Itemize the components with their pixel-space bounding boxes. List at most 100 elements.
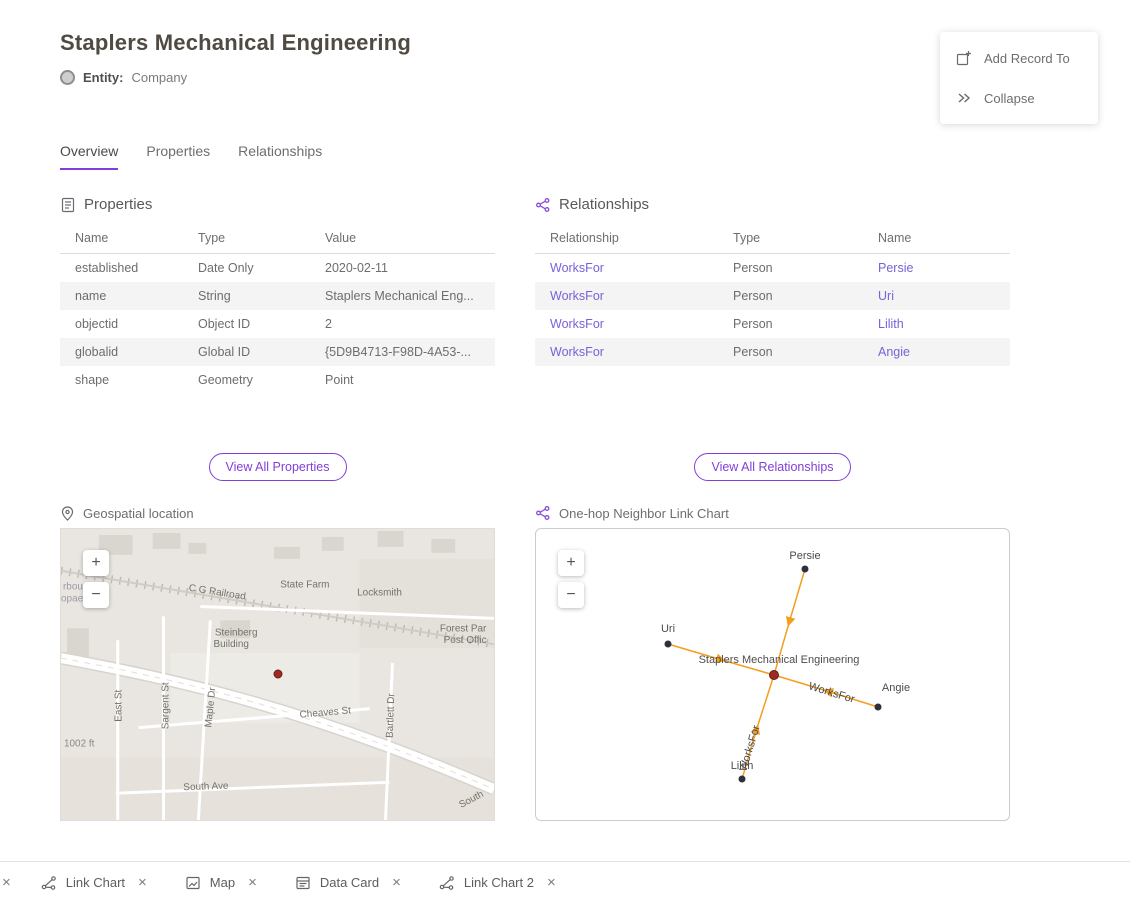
column-header: Relationship <box>535 223 725 254</box>
center-node-label: Staplers Mechanical Engineering <box>699 654 860 666</box>
column-header: Name <box>60 223 190 254</box>
node-persie[interactable] <box>802 566 809 573</box>
relationship-link[interactable]: WorksFor <box>535 338 725 366</box>
tab-close-icon[interactable]: × <box>2 874 11 891</box>
related-entity-link[interactable]: Persie <box>870 254 1010 283</box>
map-label: Forest Par <box>440 623 487 634</box>
relationship-link[interactable]: WorksFor <box>535 254 725 283</box>
node-label: Lilith <box>731 760 754 772</box>
map-label: South Ave <box>183 781 229 794</box>
entity-header: Staplers Mechanical Engineering Entity: … <box>60 30 411 85</box>
entity-label: Entity: <box>83 70 123 85</box>
link-chart-canvas[interactable]: WorksFor WorksFor Persie Uri Angie Lilit… <box>536 529 1009 820</box>
column-header: Name <box>870 223 1010 254</box>
node-lilith[interactable] <box>739 776 746 783</box>
node-angie[interactable] <box>875 704 882 711</box>
tab-close-icon[interactable]: × <box>248 874 257 891</box>
entity-type-value: Company <box>131 70 187 85</box>
table-row: established Date Only 2020-02-11 <box>60 254 495 283</box>
menu-item-collapse[interactable]: Collapse <box>940 78 1098 118</box>
property-value: {5D9B4713-F98D-4A53-... <box>317 338 495 366</box>
map-icon <box>185 875 201 891</box>
map-canvas[interactable]: rbour opaedics C G Railroad State Farm L… <box>61 529 494 820</box>
relationships-icon <box>535 197 551 213</box>
table-row: WorksFor Person Uri <box>535 282 1010 310</box>
view-all-properties-button[interactable]: View All Properties <box>209 453 347 481</box>
table-row: name String Staplers Mechanical Eng... <box>60 282 495 310</box>
bottom-tab-link-chart[interactable]: Link Chart × <box>41 874 147 891</box>
tab-overview[interactable]: Overview <box>60 143 118 170</box>
table-row: WorksFor Person Persie <box>535 254 1010 283</box>
property-value: 2 <box>317 310 495 338</box>
relationships-section-title: Relationships <box>559 196 649 213</box>
bottom-tab-map[interactable]: Map × <box>185 874 257 891</box>
node-label: Persie <box>789 550 820 562</box>
entity-location-marker[interactable] <box>274 670 282 678</box>
page-title: Staplers Mechanical Engineering <box>60 30 411 56</box>
node-center-entity[interactable] <box>770 671 779 680</box>
column-header: Type <box>725 223 870 254</box>
chart-zoom-out-button[interactable]: − <box>558 582 584 608</box>
menu-item-add-record-to[interactable]: Add Record To <box>940 38 1098 78</box>
property-type: Global ID <box>190 338 317 366</box>
map-label: Steinberg <box>215 627 258 638</box>
property-type: String <box>190 282 317 310</box>
map-zoom-in-button[interactable]: + <box>83 550 109 576</box>
property-name: established <box>60 254 190 283</box>
property-name: name <box>60 282 190 310</box>
tab-close-icon[interactable]: × <box>392 874 401 891</box>
link-chart-panel: + − WorksFor WorksFor <box>535 528 1010 821</box>
table-row: globalid Global ID {5D9B4713-F98D-4A53-.… <box>60 338 495 366</box>
property-type: Date Only <box>190 254 317 283</box>
view-all-relationships-button[interactable]: View All Relationships <box>694 453 850 481</box>
bottom-tab-label: Link Chart 2 <box>464 875 534 890</box>
menu-item-label: Collapse <box>984 91 1035 106</box>
link-chart-icon <box>535 505 551 521</box>
table-row: WorksFor Person Angie <box>535 338 1010 366</box>
overview-content: Properties Name Type Value established <box>60 190 1010 821</box>
node-label: Angie <box>882 682 910 694</box>
relationships-section: Relationships Relationship Type Name Wor… <box>535 190 1010 436</box>
map-label: Post Offic <box>444 635 487 646</box>
column-header: Type <box>190 223 317 254</box>
bottom-tab-data-card[interactable]: Data Card × <box>295 874 401 891</box>
link-chart-icon <box>41 875 57 891</box>
related-entity-link[interactable]: Uri <box>870 282 1010 310</box>
relationship-link[interactable]: WorksFor <box>535 310 725 338</box>
data-card-view: Staplers Mechanical Engineering Entity: … <box>0 0 1130 903</box>
map-label: East St <box>114 690 125 722</box>
related-entity-link[interactable]: Lilith <box>870 310 1010 338</box>
map-label: Bartlett Dr <box>385 692 398 738</box>
map-label: Building <box>214 639 249 650</box>
link-chart-icon <box>439 875 455 891</box>
menu-item-label: Add Record To <box>984 51 1070 66</box>
properties-section: Properties Name Type Value established <box>60 190 495 436</box>
relationship-type: Person <box>725 282 870 310</box>
tab-relationships[interactable]: Relationships <box>238 143 322 170</box>
property-name: objectid <box>60 310 190 338</box>
entity-type-icon <box>60 70 75 85</box>
related-entity-link[interactable]: Angie <box>870 338 1010 366</box>
tab-close-icon[interactable]: × <box>547 874 556 891</box>
map-label: State Farm <box>280 580 329 591</box>
map-zoom-out-button[interactable]: − <box>83 582 109 608</box>
map-label: Locksmith <box>357 588 402 599</box>
tab-close-icon[interactable]: × <box>138 874 147 891</box>
node-uri[interactable] <box>665 641 672 648</box>
link-chart-title-text: One-hop Neighbor Link Chart <box>559 506 729 521</box>
context-menu: Add Record To Collapse <box>940 32 1098 124</box>
property-value: Staplers Mechanical Eng... <box>317 282 495 310</box>
chart-zoom-in-button[interactable]: + <box>558 550 584 576</box>
bottom-tab-link-chart-2[interactable]: Link Chart 2 × <box>439 874 556 891</box>
property-value: 2020-02-11 <box>317 254 495 283</box>
tab-properties[interactable]: Properties <box>146 143 210 170</box>
link-chart-section-title: One-hop Neighbor Link Chart <box>535 498 1010 528</box>
relationship-type: Person <box>725 254 870 283</box>
tab-bar: Overview Properties Relationships <box>60 143 322 170</box>
relationship-link[interactable]: WorksFor <box>535 282 725 310</box>
collapse-icon <box>956 90 972 106</box>
properties-icon <box>60 197 76 213</box>
column-header: Value <box>317 223 495 254</box>
geospatial-section-title: Geospatial location <box>60 498 495 528</box>
relationship-type: Person <box>725 310 870 338</box>
